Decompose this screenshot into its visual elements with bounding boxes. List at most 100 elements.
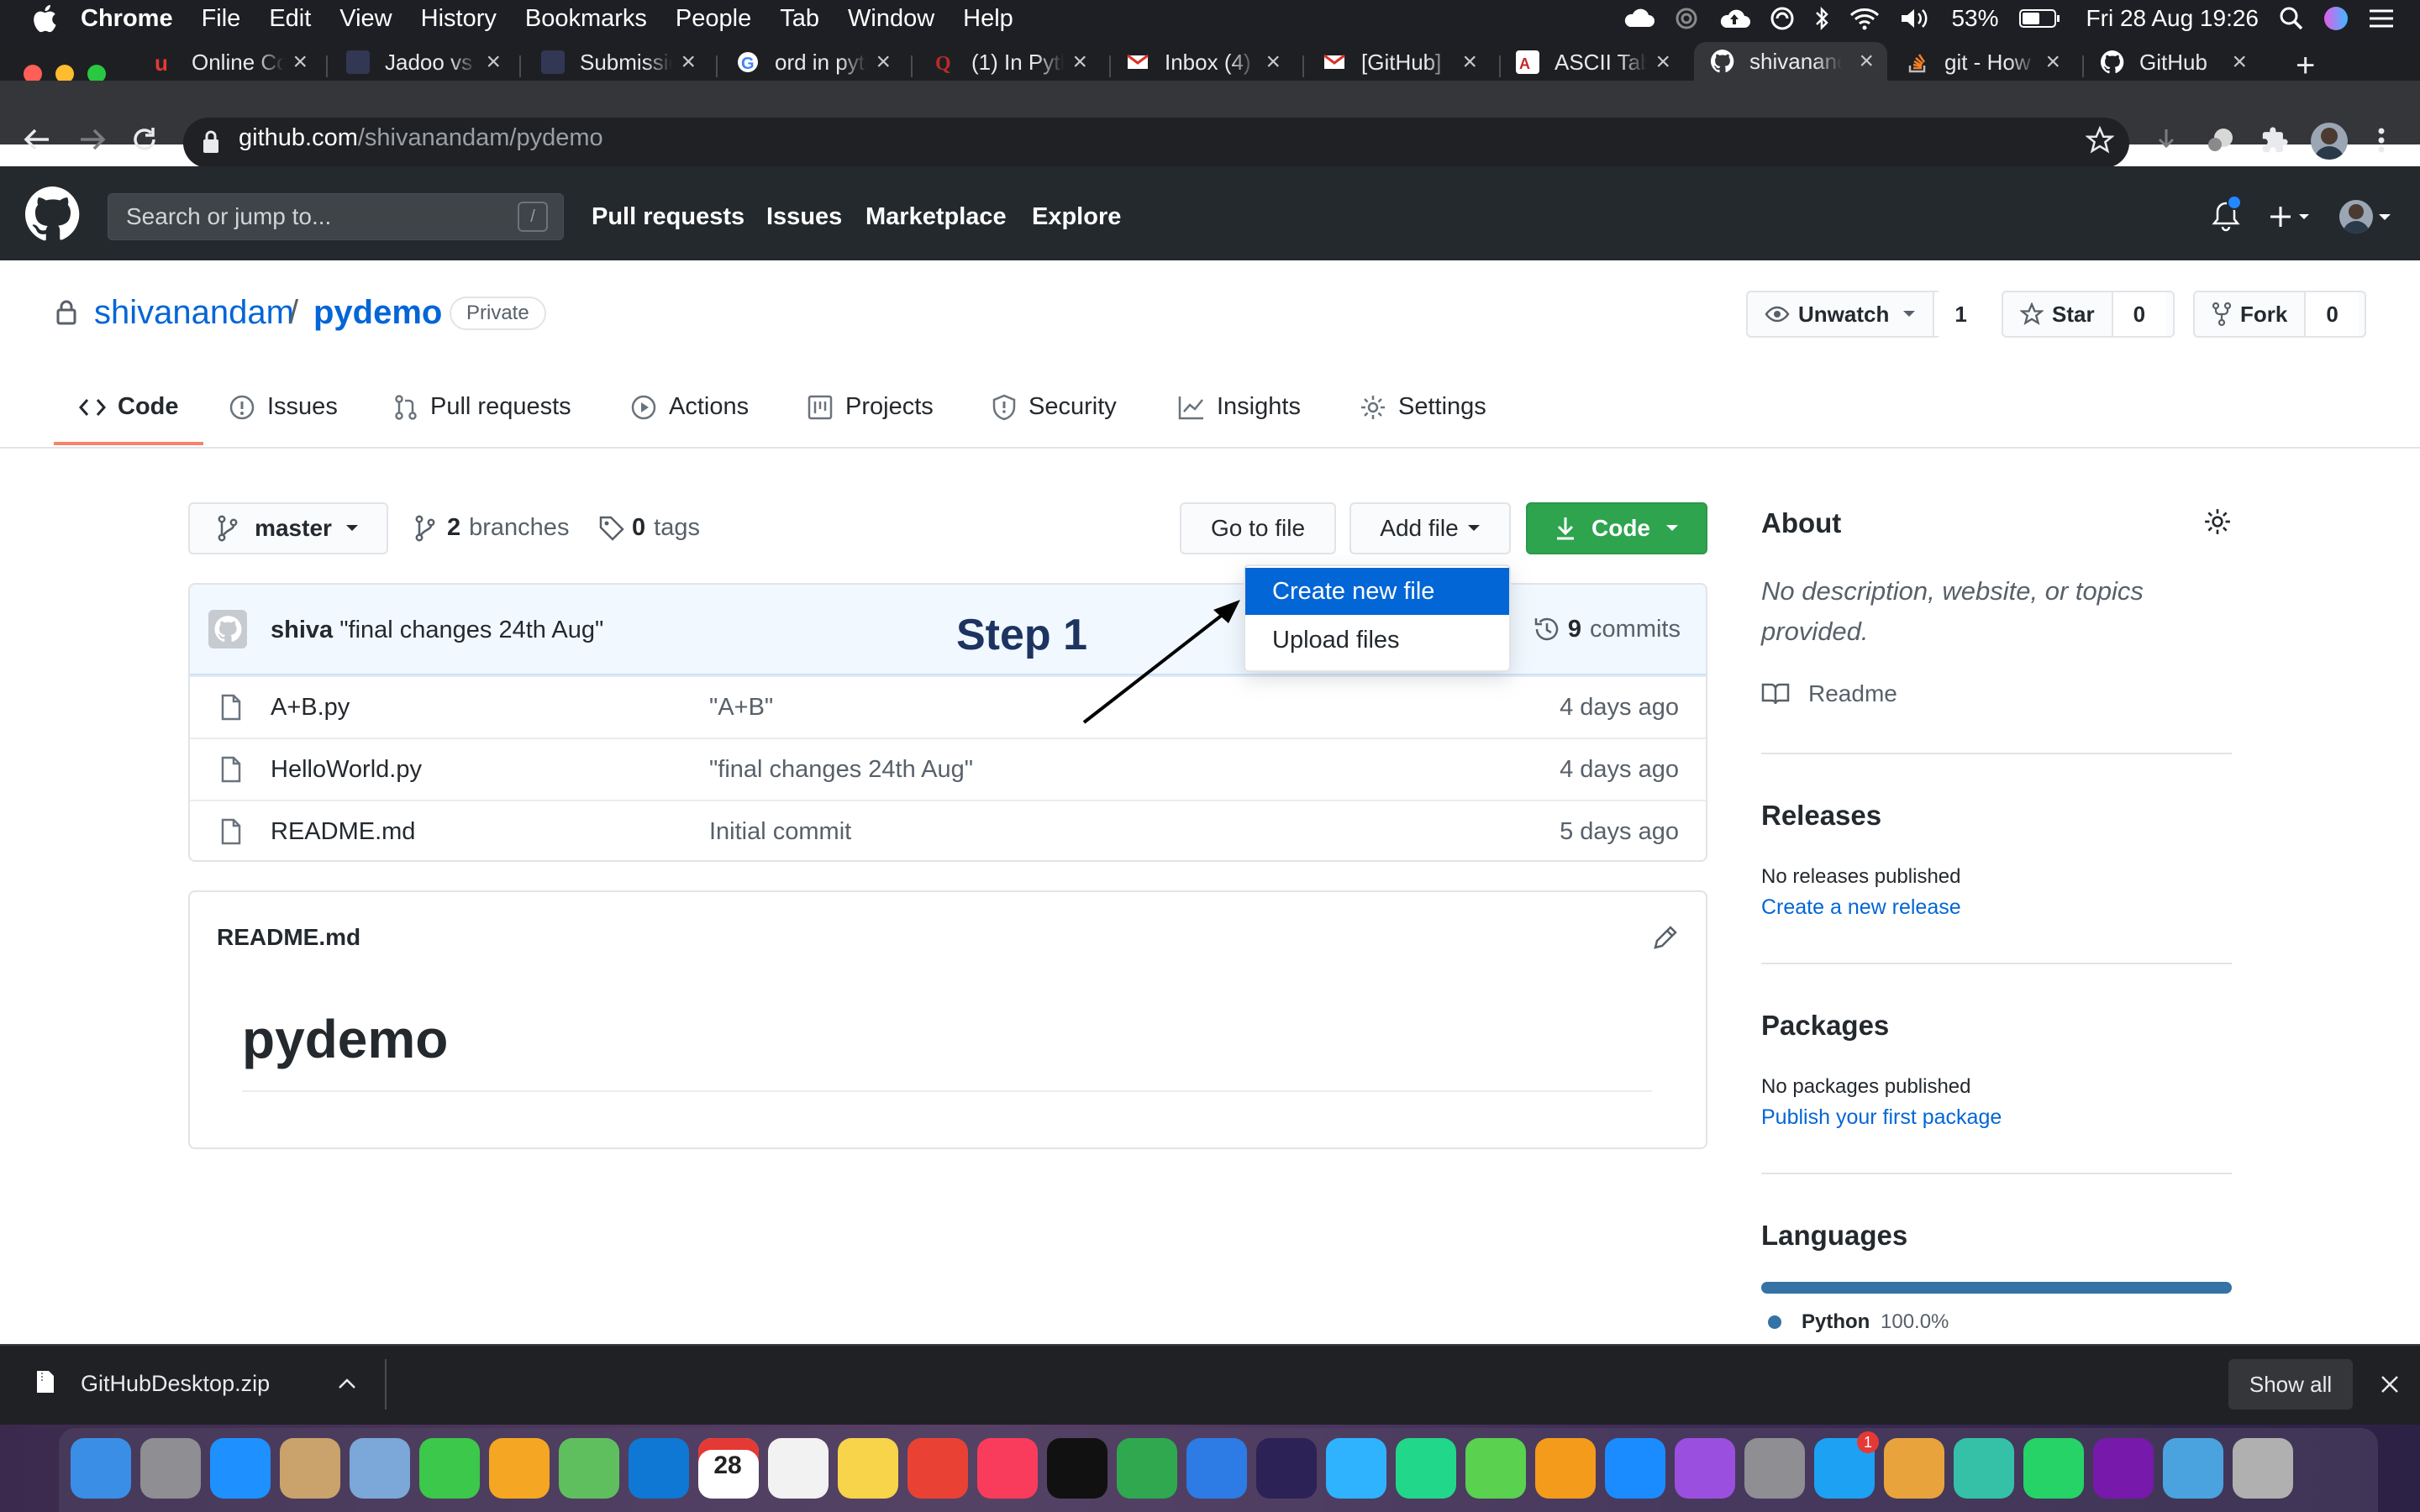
github-logo-icon[interactable] — [25, 186, 81, 242]
volume-icon[interactable] — [1899, 7, 1933, 30]
messages-icon[interactable] — [1326, 1438, 1386, 1499]
archive-icon[interactable] — [1884, 1438, 1944, 1499]
bluetooth-icon[interactable] — [1813, 6, 1830, 31]
puzzle-icon[interactable] — [2260, 126, 2289, 155]
url-text[interactable]: github.com/shivanandam/pydemo — [239, 124, 603, 152]
tab-close-icon[interactable]: × — [2232, 48, 2247, 76]
tab-insights[interactable]: Insights — [1178, 393, 1301, 421]
tab-close-icon[interactable]: × — [876, 48, 891, 76]
cloud-icon[interactable] — [1465, 1438, 1526, 1499]
safari-icon[interactable] — [210, 1438, 271, 1499]
pycharm-icon[interactable] — [1396, 1438, 1456, 1499]
onenote-icon[interactable] — [2093, 1438, 2154, 1499]
chevron-up-icon[interactable] — [338, 1378, 356, 1389]
tab-settings[interactable]: Settings — [1360, 393, 1486, 421]
commit-author[interactable]: shiva — [271, 617, 333, 643]
eclipse-icon[interactable] — [1256, 1438, 1317, 1499]
packages-title[interactable]: Packages — [1761, 1010, 1889, 1042]
forks-count[interactable]: 0 — [2304, 292, 2359, 336]
menu-view[interactable]: View — [339, 5, 392, 33]
app-store-icon[interactable] — [1605, 1438, 1665, 1499]
file-row[interactable]: README.md Initial commit 5 days ago — [190, 800, 1706, 860]
file-commit-message[interactable]: "A+B" — [709, 694, 773, 722]
trash-icon[interactable] — [2233, 1438, 2293, 1499]
tab-close-icon[interactable]: × — [681, 48, 696, 76]
readme-link[interactable]: Readme — [1761, 680, 1897, 707]
menu-help[interactable]: Help — [963, 5, 1013, 33]
cloud-upload-icon[interactable] — [1718, 8, 1751, 29]
browser-tab[interactable]: Q (1) In Python × — [933, 44, 1092, 81]
sync-icon[interactable] — [1674, 6, 1699, 31]
create-release-link[interactable]: Create a new release — [1761, 895, 1961, 920]
photos-icon[interactable] — [489, 1438, 550, 1499]
edge-icon[interactable] — [1954, 1438, 2014, 1499]
commit-message[interactable]: "final changes 24th Aug" — [339, 617, 603, 643]
browser-tab[interactable]: [GitHub] × — [1323, 44, 1482, 81]
keynote-icon[interactable] — [1186, 1438, 1247, 1499]
menu-bookmarks[interactable]: Bookmarks — [525, 5, 647, 33]
watchers-count[interactable]: 1 — [1933, 292, 1987, 336]
browser-tab[interactable]: git - How to × — [1906, 44, 2065, 81]
pages-icon[interactable] — [1535, 1438, 1596, 1499]
system-preferences-icon[interactable] — [1744, 1438, 1805, 1499]
reload-icon[interactable] — [129, 124, 160, 155]
stargazers-count[interactable]: 0 — [2111, 292, 2166, 336]
menu-edit[interactable]: Edit — [269, 5, 311, 33]
show-all-downloads-button[interactable]: Show all — [2228, 1359, 2353, 1410]
tab-close-icon[interactable]: × — [1859, 47, 1874, 76]
branch-select-button[interactable]: master — [188, 502, 388, 554]
forward-icon[interactable] — [77, 126, 108, 153]
file-row[interactable]: A+B.py "A+B" 4 days ago — [190, 675, 1706, 738]
tab-close-icon[interactable]: × — [1265, 48, 1281, 76]
file-name[interactable]: README.md — [271, 818, 415, 846]
repo-name-link[interactable]: pydemo — [313, 294, 442, 332]
tv-icon[interactable] — [1047, 1438, 1107, 1499]
nav-explore[interactable]: Explore — [1032, 203, 1121, 231]
contacts-icon[interactable] — [280, 1438, 340, 1499]
control-center-icon[interactable] — [2368, 8, 2395, 29]
downloads-icon[interactable] — [2163, 1438, 2223, 1499]
tags-link[interactable]: 0 tags — [598, 514, 700, 542]
browser-tab[interactable]: Submissions × — [541, 44, 701, 81]
menubar-datetime[interactable]: Fri 28 Aug 19:26 — [2086, 5, 2259, 32]
tab-close-icon[interactable]: × — [1462, 48, 1477, 76]
close-icon[interactable] — [2380, 1374, 2400, 1394]
releases-title[interactable]: Releases — [1761, 800, 1881, 832]
file-row[interactable]: HelloWorld.py "final changes 24th Aug" 4… — [190, 738, 1706, 800]
preview-icon[interactable] — [350, 1438, 410, 1499]
file-commit-message[interactable]: Initial commit — [709, 818, 851, 846]
numbers-icon[interactable] — [1117, 1438, 1177, 1499]
fork-button[interactable]: Fork — [2195, 292, 2304, 336]
extension-icon[interactable] — [2205, 124, 2237, 156]
tab-code[interactable]: Code — [79, 393, 179, 421]
file-name[interactable]: A+B.py — [271, 694, 350, 722]
launchpad-icon[interactable] — [140, 1438, 201, 1499]
browser-tab[interactable]: u Online Compiler × — [153, 44, 313, 81]
tab-close-icon[interactable]: × — [2045, 48, 2060, 76]
add-file-button[interactable]: Add file — [1349, 502, 1511, 554]
file-name[interactable]: HelloWorld.py — [271, 756, 422, 784]
tab-close-icon[interactable]: × — [292, 48, 308, 76]
creative-cloud-icon[interactable] — [1770, 6, 1795, 31]
code-download-button[interactable]: Code — [1526, 502, 1707, 554]
tab-projects[interactable]: Projects — [807, 393, 934, 421]
profile-avatar[interactable] — [2311, 123, 2348, 160]
tab-close-icon[interactable]: × — [1072, 48, 1087, 76]
upload-files-menu-item[interactable]: Upload files — [1245, 617, 1509, 664]
user-avatar[interactable] — [2339, 200, 2373, 234]
menu-people[interactable]: People — [676, 5, 751, 33]
menu-window[interactable]: Window — [848, 5, 934, 33]
notes-icon[interactable] — [838, 1438, 898, 1499]
browser-tab-active[interactable]: shivanandam × — [1694, 42, 1887, 81]
tab-close-icon[interactable]: × — [486, 48, 501, 76]
commits-link[interactable]: 9 commits — [1533, 615, 1681, 643]
wifi-icon[interactable] — [1849, 7, 1881, 30]
download-file-name[interactable]: GitHubDesktop.zip — [81, 1371, 270, 1397]
extension-download-icon[interactable] — [2153, 126, 2180, 155]
facetime-icon[interactable] — [419, 1438, 480, 1499]
about-gear-icon[interactable] — [2203, 507, 2232, 536]
browser-tab[interactable]: GitHub × — [2101, 44, 2252, 81]
music-icon[interactable] — [977, 1438, 1038, 1499]
reminders-icon[interactable] — [768, 1438, 829, 1499]
nav-marketplace[interactable]: Marketplace — [865, 203, 1007, 231]
